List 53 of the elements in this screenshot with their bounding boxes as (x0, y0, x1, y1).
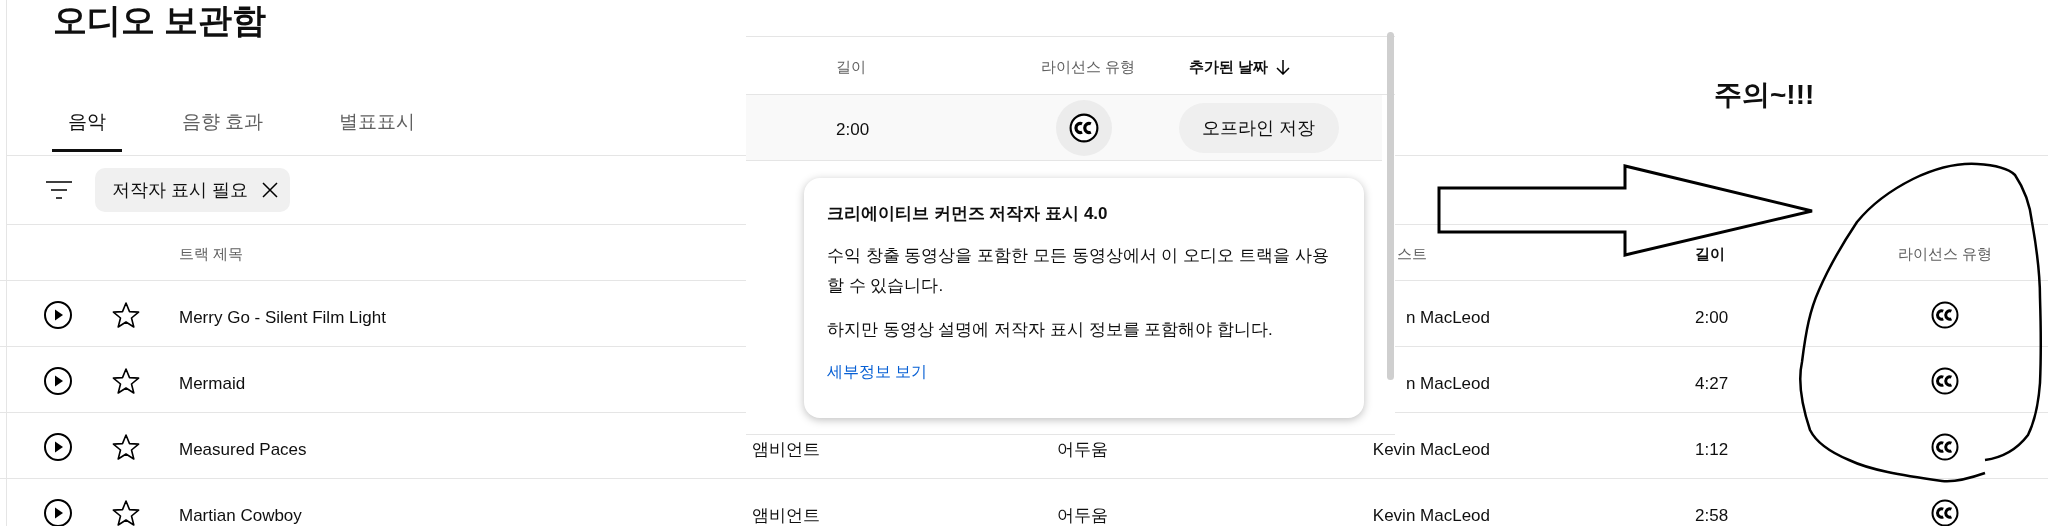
arrow-down-icon[interactable] (1276, 59, 1291, 76)
star-icon[interactable] (111, 300, 141, 330)
creative-commons-icon (1069, 113, 1099, 143)
column-header[interactable]: 길이 (1695, 243, 1725, 266)
artist-cell-text: n MacLeod (1405, 373, 1490, 395)
column-header[interactable]: 추가된 날짜 (1189, 56, 1269, 79)
track-title: Martian Cowboy (179, 505, 302, 526)
creative-commons-icon (1931, 433, 1959, 461)
play-icon[interactable] (43, 300, 73, 330)
close-icon[interactable] (262, 182, 278, 198)
play-icon[interactable] (43, 432, 73, 462)
play-icon[interactable] (43, 498, 73, 526)
mood-cell-text: 어두움 (1057, 439, 1108, 461)
track-title: Measured Paces (179, 439, 307, 461)
artist-cell-text: Kevin MacLeod (1372, 439, 1490, 461)
track-title: Merry Go - Silent Film Light (179, 307, 386, 329)
filter-icon[interactable] (45, 178, 73, 202)
column-header[interactable]: 스트 (1397, 243, 1427, 266)
tab[interactable]: 음악 (52, 95, 122, 152)
details-link[interactable]: 세부정보 보기 (827, 359, 928, 385)
artist-cell-text: Kevin MacLeod (1372, 505, 1490, 526)
length-cell-text: 1:12 (1695, 439, 1729, 461)
column-header[interactable]: 라이선스 유형 (1880, 243, 2010, 266)
column-header[interactable]: 라이선스 유형 (1041, 56, 1136, 79)
column-header[interactable]: 길이 (836, 56, 866, 79)
track-title: Mermaid (179, 373, 246, 395)
license-button[interactable] (1056, 100, 1112, 156)
column-header[interactable]: 트랙 제목 (179, 243, 244, 266)
popover-text: 하지만 동영상 설명에 저작자 표시 정보를 포함해야 합니다. (827, 319, 1274, 341)
length-cell-text: 2:00 (1695, 307, 1729, 329)
artist-cell-text: n MacLeod (1405, 307, 1490, 329)
play-icon[interactable] (43, 366, 73, 396)
popover-text: 수익 창출 동영상을 포함한 모든 동영상에서 이 오디오 트랙을 사용할 수 있습니다. (827, 245, 1330, 297)
mood-cell-text: 어두움 (1057, 505, 1108, 526)
tab[interactable]: 음향 효과 (166, 95, 280, 152)
genre-cell-text: 앰비언트 (752, 505, 820, 526)
star-icon[interactable] (111, 366, 141, 396)
length-cell-text: 2:58 (1695, 505, 1729, 526)
scrollbar[interactable] (1387, 32, 1394, 380)
star-icon[interactable] (111, 432, 141, 462)
filter-chip[interactable]: 저작자 표시 필요 (95, 168, 290, 212)
annotation-text: 주의~!!! (1714, 78, 1815, 112)
length-cell-text: 2:00 (836, 119, 870, 141)
length-cell-text: 4:27 (1695, 373, 1729, 395)
creative-commons-icon (1931, 367, 1959, 395)
star-icon[interactable] (111, 498, 141, 526)
genre-cell-text: 앰비언트 (752, 439, 820, 461)
offline-save-button[interactable]: 오프라인 저장 (1179, 103, 1339, 153)
creative-commons-icon (1931, 301, 1959, 329)
page-title: 오디오 보관함 (53, 0, 267, 40)
popover-title: 크리에이티브 커먼즈 저작자 표시 4.0 (827, 203, 1109, 225)
tab[interactable]: 별표표시 (323, 95, 432, 152)
chip-label: 저작자 표시 필요 (112, 178, 248, 202)
